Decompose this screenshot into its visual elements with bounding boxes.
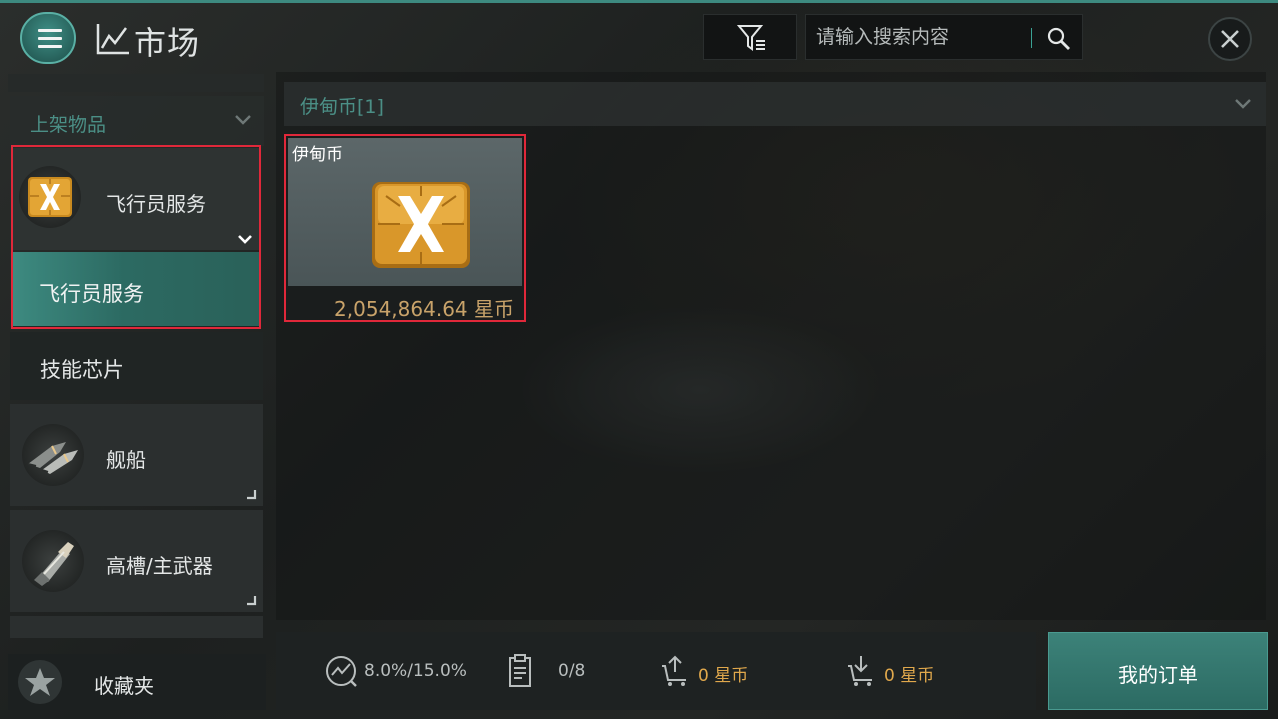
category-icon-holder [19,166,81,228]
tax-rate-stat: 8.0%/15.0% [324,654,467,688]
market-chart-icon [96,24,129,55]
item-image-area: 伊甸币 [288,138,522,286]
star-icon [25,668,55,696]
chevron-down-icon [1235,99,1251,109]
chevron-down-icon [238,235,252,244]
search-icon[interactable] [1046,26,1072,52]
item-icon-holder [366,176,476,276]
my-orders-label: 我的订单 [1118,663,1198,687]
sell-amount-stat: 0 星币 [660,654,748,688]
close-button[interactable] [1208,17,1252,61]
corner-expand-icon [247,596,257,606]
sidebar-top-strip [8,74,264,92]
sell-cart-icon [662,655,686,686]
filter-button[interactable] [703,14,797,60]
page-title: 市场 [134,24,201,62]
search-divider [1031,28,1032,48]
search-box[interactable] [805,14,1083,60]
category-high-slot-weapons[interactable]: 高槽/主武器 [10,510,263,612]
category-icon-holder [22,530,84,592]
hamburger-icon [38,29,62,53]
ship-icon [27,442,78,474]
subcategory-skill-chips[interactable]: 技能芯片 [10,332,263,400]
close-icon [1221,30,1239,48]
category-ships[interactable]: 舰船 [10,404,263,506]
corner-expand-icon [247,490,257,500]
crystal-x-icon [372,182,470,268]
item-name: 伊甸币 [292,145,343,165]
listed-items-label: 上架物品 [30,114,107,136]
stats-bar: 8.0%/15.0% 0/8 0 星币 0 星币 [276,632,1036,710]
tax-chart-icon [326,656,357,687]
my-orders-button[interactable]: 我的订单 [1048,632,1268,710]
category-partial-item[interactable] [10,616,263,638]
category-label: 高槽/主武器 [106,554,213,578]
category-pilot-services[interactable]: 飞行员服务 [13,148,259,250]
clipboard-icon [509,654,531,687]
weapon-icon [34,542,74,586]
item-group-header[interactable]: 伊甸币[1] [284,82,1266,126]
subcategory-label: 飞行员服务 [39,282,144,306]
favorites-label: 收藏夹 [94,674,154,698]
favorites-button[interactable]: 收藏夹 [8,654,266,710]
buy-cart-icon [848,656,872,686]
menu-button[interactable] [20,12,76,64]
order-count-value: 0/8 [558,661,586,681]
category-label: 飞行员服务 [106,192,206,216]
listed-items-header[interactable]: 上架物品 [10,96,264,146]
top-accent-line [0,0,1278,3]
crystal-x-icon [28,177,72,217]
buy-amount-stat: 0 星币 [846,654,934,688]
search-input[interactable] [816,23,1026,51]
filter-icon [737,25,765,51]
item-price: 2,054,864.64 星币 [334,297,514,321]
category-icon-holder [22,424,84,486]
category-label: 舰船 [106,448,146,472]
order-count-stat: 0/8 [508,654,585,688]
chevron-down-icon [235,115,251,125]
subcategory-pilot-services[interactable]: 飞行员服务 [13,252,259,326]
favorites-icon-holder [18,660,62,704]
tax-rate-value: 8.0%/15.0% [364,661,467,681]
sell-amount-value: 0 星币 [698,666,749,686]
buy-amount-value: 0 星币 [884,666,935,686]
item-group-label: 伊甸币[1] [300,96,384,118]
market-item-card[interactable]: 伊甸币 2,054,864.64 星币 [284,134,526,322]
subcategory-label: 技能芯片 [40,358,124,382]
